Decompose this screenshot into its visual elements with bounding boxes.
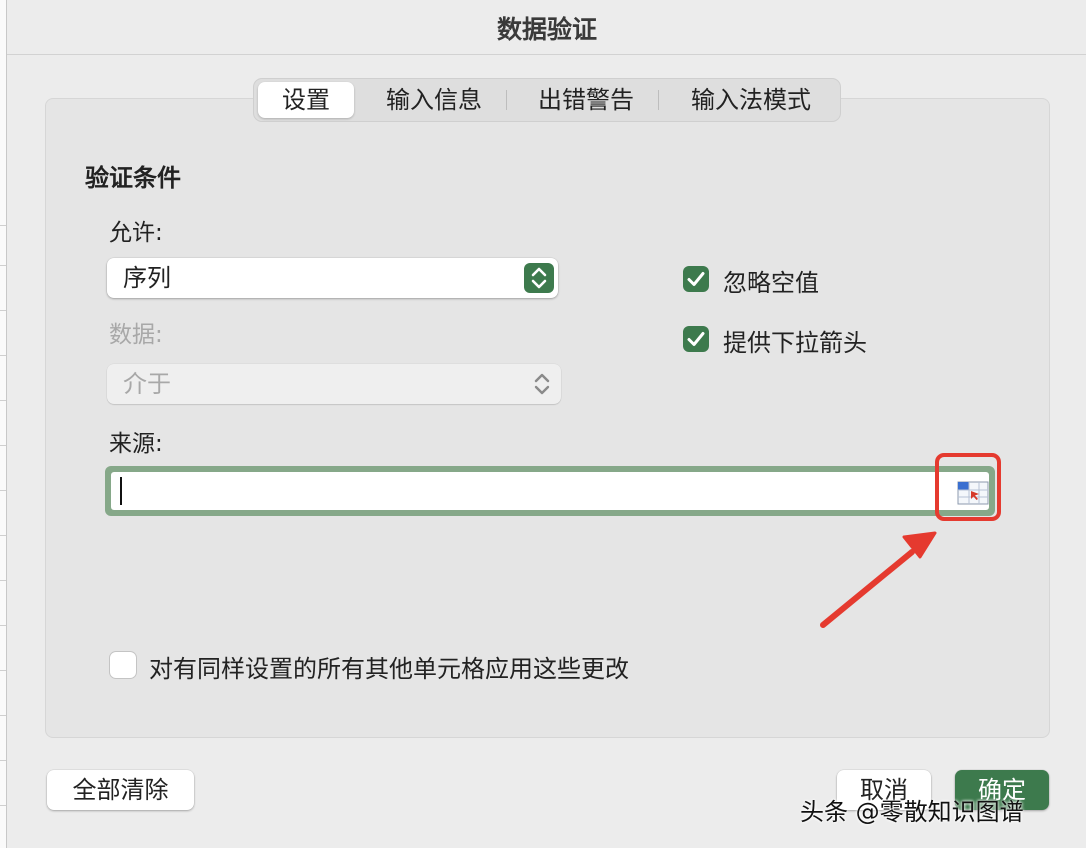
checkmark-icon — [687, 332, 705, 346]
ignore-blank-checkbox[interactable] — [683, 266, 709, 292]
tab-ime-mode[interactable]: 输入法模式 — [670, 82, 832, 118]
tab-bar: 设置 输入信息 出错警告 输入法模式 — [253, 78, 841, 122]
data-select-value: 介于 — [123, 370, 171, 398]
source-field-focus-ring — [105, 466, 995, 516]
source-input[interactable] — [111, 472, 989, 510]
checkmark-icon — [687, 272, 705, 286]
chevron-up-down-icon — [524, 263, 554, 293]
section-title: 验证条件 — [85, 164, 181, 192]
chevron-up-down-icon — [527, 369, 557, 399]
apply-all-checkbox[interactable] — [110, 652, 136, 678]
watermark-text: 头条 @零散知识图谱 — [800, 798, 1024, 826]
tab-error-alert[interactable]: 出错警告 — [518, 82, 654, 118]
clear-all-button[interactable]: 全部清除 — [47, 770, 194, 810]
allow-select-value: 序列 — [123, 264, 171, 292]
source-label: 来源: — [109, 431, 163, 457]
settings-panel — [45, 98, 1050, 738]
data-validation-dialog: 数据验证 设置 输入信息 出错警告 输入法模式 验证条件 允许: 序列 数据: … — [6, 0, 1086, 848]
tab-input-message[interactable]: 输入信息 — [366, 82, 502, 118]
data-label: 数据: — [109, 322, 163, 348]
data-select[interactable]: 介于 — [107, 364, 561, 404]
dropdown-arrow-label[interactable]: 提供下拉箭头 — [723, 323, 867, 358]
tab-divider — [658, 90, 659, 110]
allow-select[interactable]: 序列 — [107, 258, 558, 298]
dialog-title: 数据验证 — [496, 15, 597, 44]
title-bar: 数据验证 — [7, 0, 1086, 55]
annotation-highlight-box — [935, 453, 1001, 521]
ignore-blank-label[interactable]: 忽略空值 — [723, 263, 819, 298]
text-caret — [120, 477, 122, 505]
tab-settings[interactable]: 设置 — [258, 82, 354, 118]
allow-label: 允许: — [109, 220, 163, 246]
apply-all-label[interactable]: 对有同样设置的所有其他单元格应用这些更改 — [149, 649, 629, 684]
dropdown-arrow-checkbox[interactable] — [683, 326, 709, 352]
tab-divider — [506, 90, 507, 110]
